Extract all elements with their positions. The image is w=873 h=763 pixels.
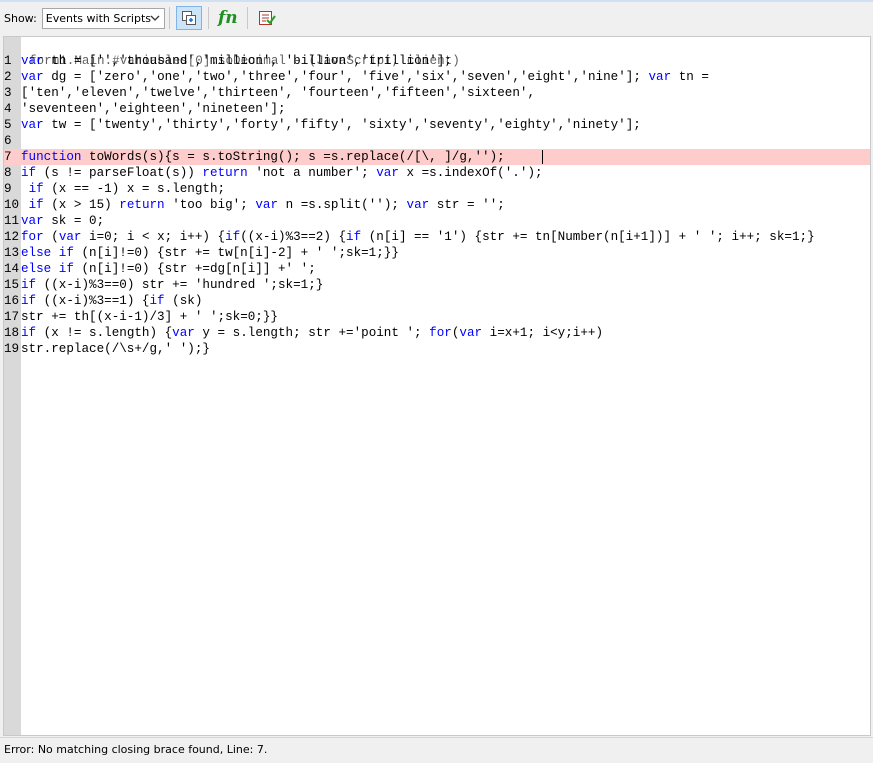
text-cursor: [542, 150, 543, 164]
check-script-syntax-button[interactable]: [254, 6, 280, 30]
code-line[interactable]: 3 ['ten','eleven','twelve','thirteen', 'f…: [4, 85, 870, 101]
function-icon: fn: [217, 7, 238, 28]
line-code: var dg = ['zero','one','two','three','fo…: [21, 70, 709, 84]
code-lines: form1.Main.#variables[0].soDecimal - (Ja…: [4, 37, 870, 357]
line-code: function toWords(s){s = s.toString(); s …: [21, 150, 505, 164]
line-number: 7: [4, 150, 12, 164]
code-line[interactable]: 10 if (x > 15) return 'too big'; var n =…: [4, 197, 870, 213]
functions-button[interactable]: fn: [215, 6, 241, 30]
insert-script-icon: [181, 11, 196, 25]
line-code: for (var i=0; i < x; i++) {if((x-i)%3==2…: [21, 230, 815, 244]
line-code: var th = ['','thousand','million', 'bill…: [21, 54, 452, 68]
code-line[interactable]: 1 var th = ['','thousand','million', 'bil…: [4, 53, 870, 69]
status-bar: Error: No matching closing brace found, …: [0, 737, 873, 763]
script-title-line: form1.Main.#variables[0].soDecimal - (Ja…: [4, 37, 870, 68]
code-line[interactable]: 15 if ((x-i)%3==0) str += 'hundred ';sk=1…: [4, 277, 870, 293]
code-line[interactable]: 14 else if (n[i]!=0) {str +=dg[n[i]] +' '…: [4, 261, 870, 277]
line-number: 1: [4, 54, 12, 68]
code-line[interactable]: 13 else if (n[i]!=0) {str += tw[n[i]-2] +…: [4, 245, 870, 261]
line-number: 10: [4, 198, 20, 212]
line-code: var sk = 0;: [21, 214, 105, 228]
code-line[interactable]: 17 str += th[(x-i-1)/3] + ' ';sk=0;}}: [4, 309, 870, 325]
code-line-error[interactable]: 7 function toWords(s){s = s.toString(); s…: [4, 149, 870, 165]
toolbar-separator: [168, 7, 170, 29]
line-number: 17: [4, 310, 20, 324]
line-number: 8: [4, 166, 12, 180]
show-label: Show:: [4, 11, 37, 25]
toolbar-separator: [246, 7, 248, 29]
line-code: if (x > 15) return 'too big'; var n =s.s…: [28, 198, 505, 212]
line-number: 2: [4, 70, 12, 84]
line-number: 3: [4, 86, 12, 100]
line-code: str.replace(/\s+/g,' ');}: [21, 342, 210, 356]
code-line[interactable]: 6: [4, 133, 870, 149]
line-code: if (s != parseFloat(s)) return 'not a nu…: [21, 166, 543, 180]
line-code: var tw = ['twenty','thirty','forty','fif…: [21, 118, 641, 132]
line-code: 'seventeen','eighteen','nineteen'];: [21, 102, 286, 116]
line-number: 6: [4, 134, 12, 148]
line-number: 12: [4, 230, 20, 244]
line-code: str += th[(x-i-1)/3] + ' ';sk=0;}}: [21, 310, 278, 324]
code-line[interactable]: 8 if (s != parseFloat(s)) return 'not a n…: [4, 165, 870, 181]
line-code: if ((x-i)%3==0) str += 'hundred ';sk=1;}: [21, 278, 324, 292]
insert-script-button[interactable]: [175, 6, 202, 30]
line-number: 13: [4, 246, 20, 260]
status-error-message: Error: No matching closing brace found, …: [4, 743, 268, 756]
code-line[interactable]: 16 if ((x-i)%3==1) {if (sk): [4, 293, 870, 309]
line-number: 16: [4, 294, 20, 308]
code-line[interactable]: 4 'seventeen','eighteen','nineteen'];: [4, 101, 870, 117]
code-line[interactable]: 9 if (x == -1) x = s.length;: [4, 181, 870, 197]
toolbar-separator: [207, 7, 209, 29]
line-code: if ((x-i)%3==1) {if (sk): [21, 294, 203, 308]
check-syntax-icon: [258, 11, 276, 25]
line-code: ['ten','eleven','twelve','thirteen', 'fo…: [21, 86, 536, 100]
code-line[interactable]: 11 var sk = 0;: [4, 213, 870, 229]
line-number: 18: [4, 326, 20, 340]
line-number: 14: [4, 262, 20, 276]
dropdown-selected-value: Events with Scripts: [45, 11, 152, 25]
code-line[interactable]: 18 if (x != s.length) {var y = s.length; …: [4, 325, 870, 341]
chevron-down-icon: [150, 15, 160, 21]
line-number: 5: [4, 118, 12, 132]
code-line[interactable]: 5 var tw = ['twenty','thirty','forty','fi…: [4, 117, 870, 133]
line-number: 4: [4, 102, 12, 116]
line-code: if (x == -1) x = s.length;: [28, 182, 226, 196]
show-events-dropdown[interactable]: Events with Scripts: [41, 7, 165, 29]
line-number: 19: [4, 342, 20, 356]
line-code: else if (n[i]!=0) {str += tw[n[i]-2] + '…: [21, 246, 399, 260]
line-code: if (x != s.length) {var y = s.length; st…: [21, 326, 604, 340]
line-code: else if (n[i]!=0) {str +=dg[n[i]] +' ';: [21, 262, 316, 276]
script-editor[interactable]: form1.Main.#variables[0].soDecimal - (Ja…: [3, 36, 871, 736]
line-number: 11: [4, 214, 20, 228]
toolbar: Show: Events with Scripts fn: [0, 2, 873, 34]
code-line[interactable]: 12 for (var i=0; i < x; i++) {if((x-i)%3=…: [4, 229, 870, 245]
line-number: 15: [4, 278, 20, 292]
line-number: 9: [4, 182, 12, 196]
code-line[interactable]: 2 var dg = ['zero','one','two','three','f…: [4, 69, 870, 85]
code-line[interactable]: 19 str.replace(/\s+/g,' ');}: [4, 341, 870, 357]
